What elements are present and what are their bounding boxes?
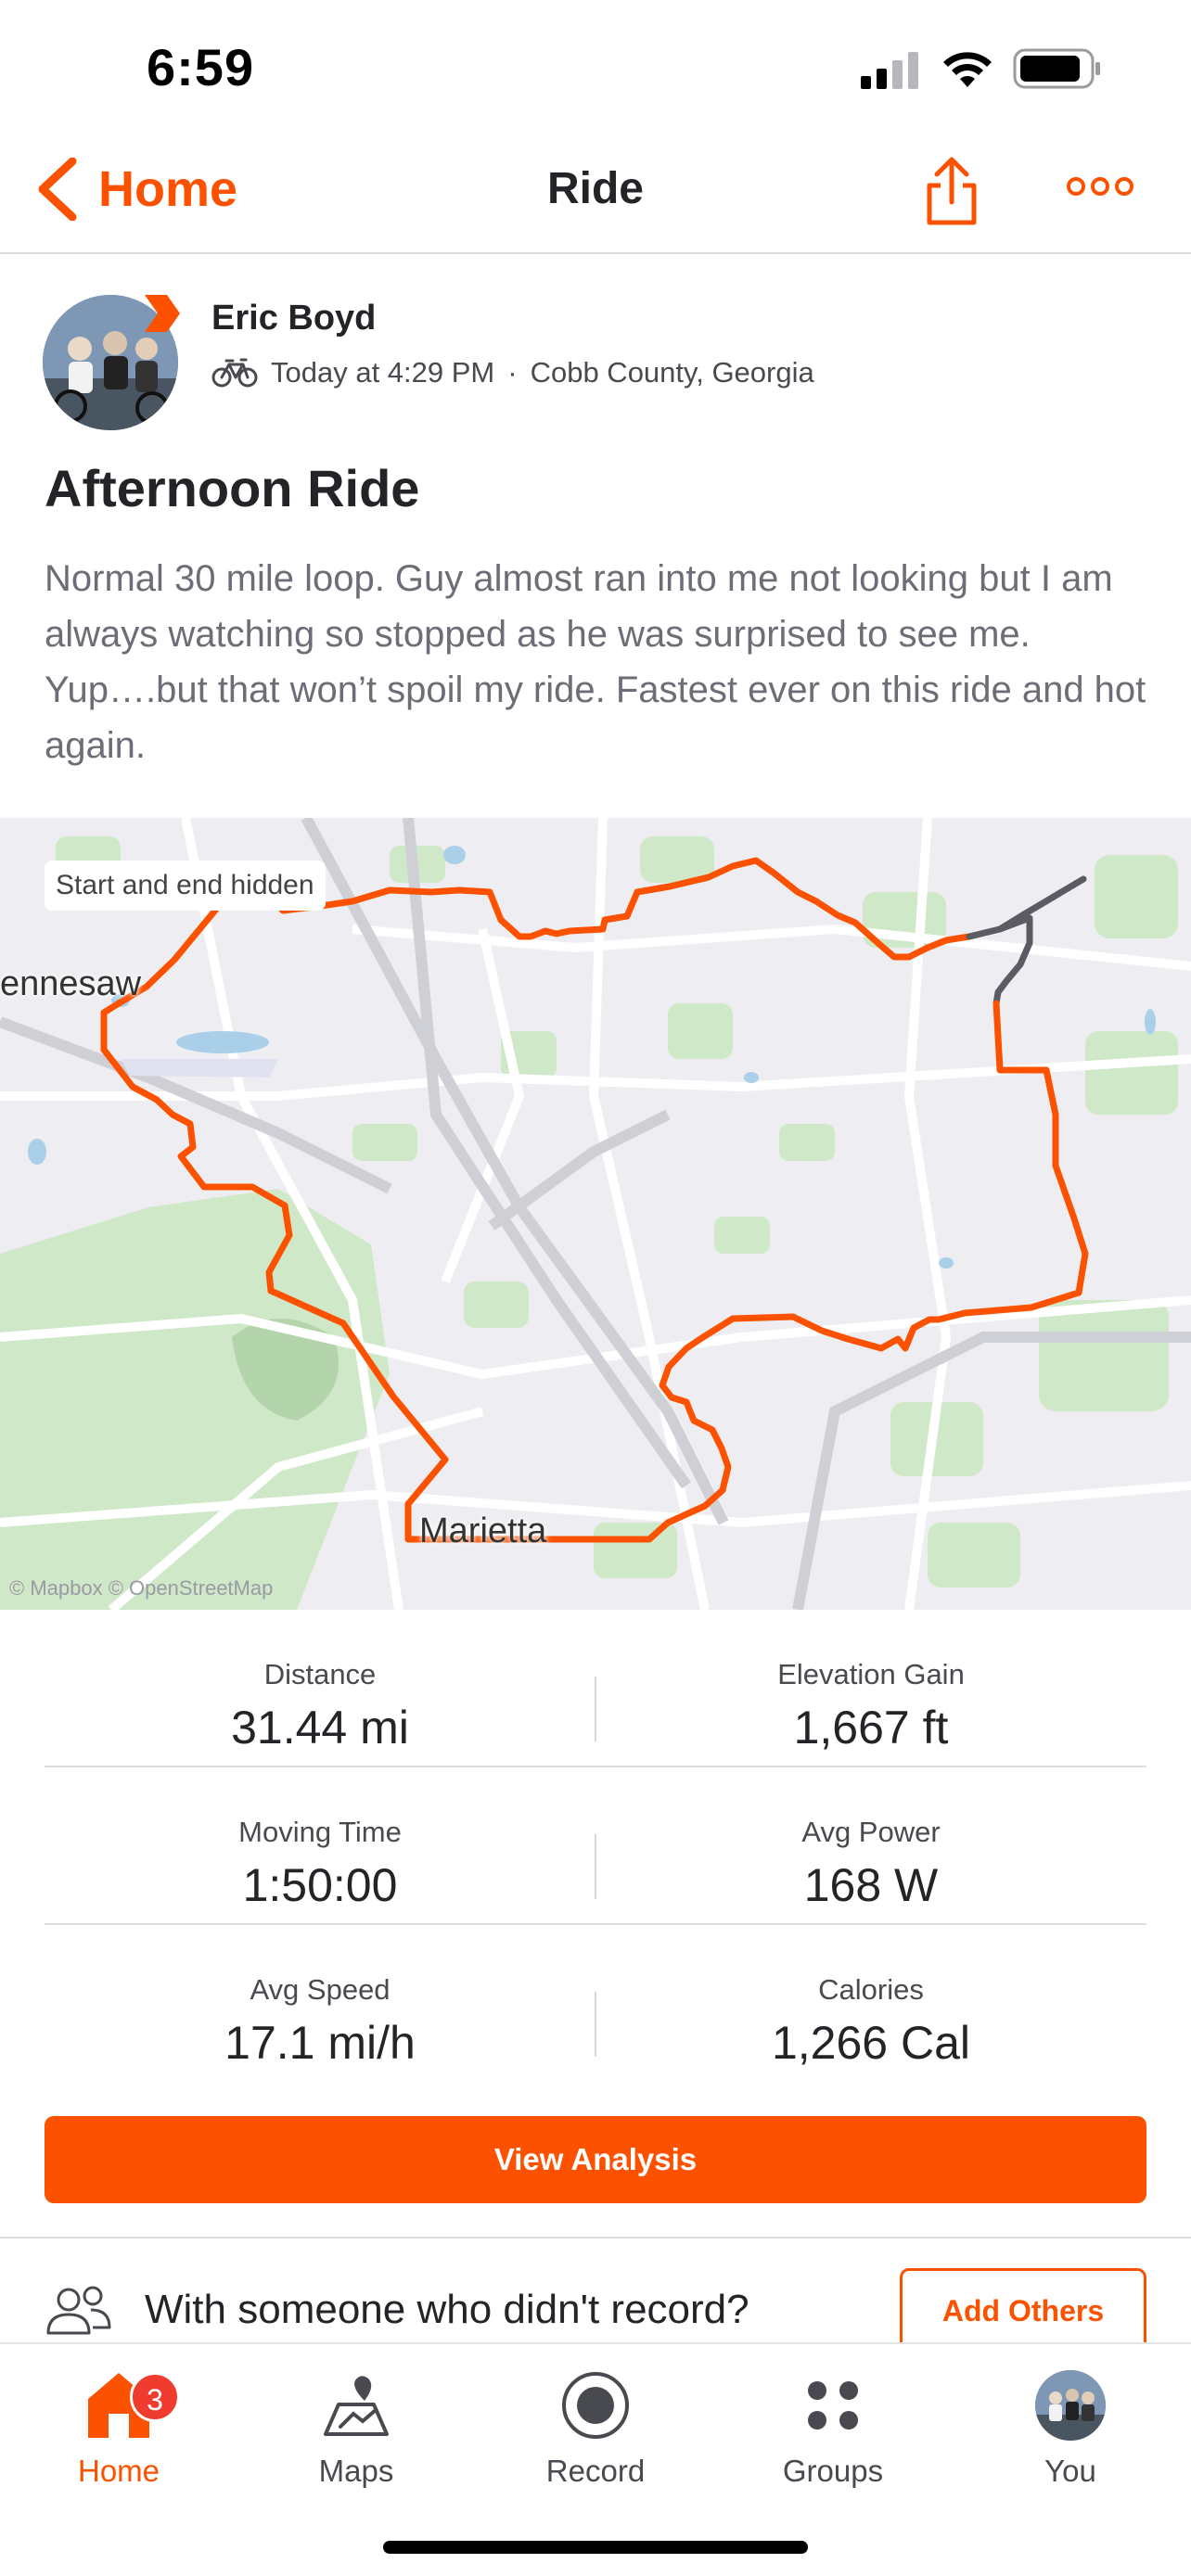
tab-you[interactable]: You <box>978 2361 1163 2489</box>
stat-divider <box>595 1834 596 1899</box>
status-time: 6:59 <box>147 38 255 96</box>
stat-value: 1,266 Cal <box>771 2017 971 2069</box>
stat-label: Moving Time <box>238 1816 402 1848</box>
nav-bar: Home Ride <box>0 139 1191 254</box>
stat-divider <box>595 1677 596 1741</box>
stat-row: Distance 31.44 mi Elevation Gain 1,667 f… <box>45 1610 1146 1767</box>
tab-maps[interactable]: Maps <box>263 2361 449 2489</box>
stat-avg-speed: Avg Speed 17.1 mi/h <box>45 1925 596 2083</box>
route-map[interactable]: Start and end hidden ennesaw Marietta © … <box>0 818 1191 1610</box>
map-canvas <box>0 818 1191 1610</box>
tab-label: Groups <box>782 2454 884 2488</box>
groups-icon <box>808 2381 858 2429</box>
record-icon <box>562 2372 629 2439</box>
stat-calories: Calories 1,266 Cal <box>596 1925 1146 2083</box>
stat-distance: Distance 31.44 mi <box>45 1610 596 1766</box>
map-label-kennesaw: ennesaw <box>0 964 142 1003</box>
stat-label: Avg Power <box>801 1816 941 1848</box>
avatar <box>1035 2370 1106 2441</box>
stats-grid: Distance 31.44 mi Elevation Gain 1,667 f… <box>45 1610 1146 2083</box>
stat-label: Avg Speed <box>250 1973 391 2006</box>
stat-row: Moving Time 1:50:00 Avg Power 168 W <box>45 1767 1146 1925</box>
tab-home[interactable]: 3 Home <box>26 2361 211 2489</box>
tab-groups[interactable]: Groups <box>740 2361 926 2489</box>
stat-label: Elevation Gain <box>777 1658 965 1690</box>
stat-value: 31.44 mi <box>231 1702 409 1753</box>
activity-description: Normal 30 mile loop. Guy almost ran into… <box>45 558 1146 766</box>
tab-icon-wrap <box>740 2361 926 2450</box>
add-others-prompt: With someone who didn't record? <box>145 2287 749 2332</box>
tab-label: Record <box>545 2454 646 2488</box>
view-analysis-button[interactable]: View Analysis <box>45 2116 1146 2203</box>
tab-icon-wrap <box>978 2361 1163 2450</box>
people-icon <box>46 2286 111 2335</box>
tab-label: Home <box>77 2454 160 2488</box>
notification-badge: 3 <box>130 2372 180 2422</box>
activity-meta: Today at 4:29 PM · Cobb County, Georgia <box>211 356 814 389</box>
stat-value: 168 W <box>803 1859 939 1911</box>
stat-elevation-gain: Elevation Gain 1,667 ft <box>596 1610 1146 1766</box>
add-others-button[interactable]: Add Others <box>900 2268 1146 2342</box>
stat-divider <box>595 1992 596 2057</box>
subscriber-badge-icon <box>145 295 180 332</box>
battery-icon <box>1013 48 1100 89</box>
more-options-button[interactable] <box>1067 174 1133 203</box>
add-others-row: With someone who didn't record? Add Othe… <box>0 2238 1191 2342</box>
share-icon <box>927 157 977 225</box>
tab-icon-wrap <box>503 2361 688 2450</box>
stat-row: Avg Speed 17.1 mi/h Calories 1,266 Cal <box>45 1925 1146 2083</box>
stat-moving-time: Moving Time 1:50:00 <box>45 1767 596 1923</box>
stat-label: Distance <box>263 1658 377 1690</box>
wifi-icon <box>943 52 992 87</box>
page-title: Ride <box>546 164 644 213</box>
tab-label: Maps <box>318 2454 394 2488</box>
tab-icon-wrap: 3 <box>26 2361 211 2450</box>
map-attribution[interactable]: © Mapbox © OpenStreetMap <box>9 1576 273 1600</box>
stat-value: 1,667 ft <box>793 1702 949 1753</box>
stat-label: Calories <box>818 1973 924 2006</box>
meta-separator: · <box>507 356 518 389</box>
maps-icon <box>324 2376 389 2436</box>
stat-value: 1:50:00 <box>242 1859 398 1911</box>
athlete-name[interactable]: Eric Boyd <box>211 299 376 338</box>
you-avatar-photo <box>1035 2370 1106 2441</box>
signal-icon <box>861 52 918 89</box>
more-icon <box>1067 177 1133 196</box>
tab-record[interactable]: Record <box>503 2361 688 2489</box>
activity-timestamp: Today at 4:29 PM <box>271 356 495 389</box>
activity-location: Cobb County, Georgia <box>530 356 814 389</box>
map-label-marietta: Marietta <box>419 1511 547 1550</box>
privacy-chip: Start and end hidden <box>45 861 326 911</box>
tab-label: You <box>1044 2454 1096 2488</box>
stat-value: 17.1 mi/h <box>224 2017 416 2069</box>
stat-avg-power: Avg Power 168 W <box>596 1767 1146 1923</box>
bike-icon <box>211 358 258 388</box>
tab-icon-wrap <box>263 2361 449 2450</box>
share-button[interactable] <box>924 156 980 231</box>
status-icons <box>861 48 1102 89</box>
home-indicator <box>383 2541 808 2554</box>
status-bar: 6:59 <box>0 0 1191 139</box>
activity-title: Afternoon Ride <box>45 459 420 517</box>
